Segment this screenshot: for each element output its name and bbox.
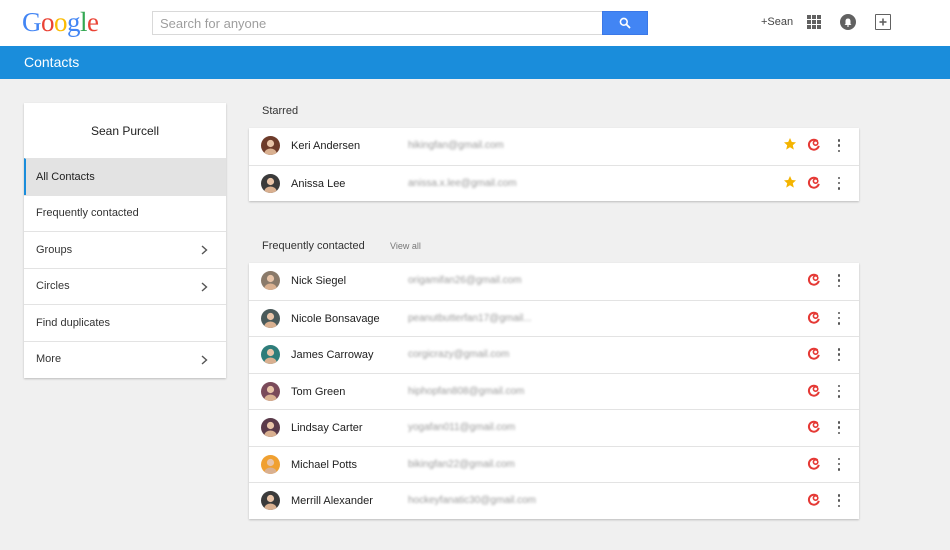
contact-name[interactable]: Michael Potts [291, 459, 357, 471]
search-button[interactable] [602, 11, 648, 35]
more-vert-icon[interactable] [837, 457, 841, 471]
hangout-icon[interactable] [807, 138, 821, 152]
logo-letter: e [87, 7, 99, 37]
contact-email: hikingfan@gmail.com [408, 140, 504, 151]
avatar[interactable] [261, 454, 280, 474]
avatar[interactable] [261, 345, 280, 364]
logo-letter: o [54, 7, 68, 37]
contact-email: peanutbutterfan17@gmail... [408, 312, 532, 324]
contact-name[interactable]: Nicole Bonsavage [291, 313, 380, 325]
contact-email: origamifan26@gmail.com [408, 275, 522, 286]
logo-letter: l [80, 7, 88, 37]
logo-letter: g [67, 7, 81, 37]
sidebar: Sean Purcell All Contacts Frequently cont… [24, 103, 226, 378]
contact-email: yogafan011@gmail.com [408, 422, 516, 433]
sidebar-item-all-contacts[interactable]: All Contacts [24, 158, 226, 195]
page-title: Contacts [24, 54, 80, 70]
contact-row[interactable]: Michael Potts bikingfan22@gmail.com [249, 445, 859, 483]
hangout-icon[interactable] [807, 273, 821, 287]
sidebar-item-label: Frequently contacted [36, 207, 139, 220]
contact-row[interactable]: Anissa Lee anissa.x.lee@gmail.com [249, 164, 859, 202]
contact-row[interactable]: James Carroway corgicrazy@gmail.com [249, 336, 859, 373]
notifications-bell-icon[interactable] [840, 14, 856, 30]
google-logo[interactable]: Google [22, 7, 99, 38]
contact-name[interactable]: Merrill Alexander [291, 495, 373, 507]
contact-name[interactable]: Lindsay Carter [291, 422, 363, 434]
top-bar: Google +Sean [0, 0, 950, 46]
hangout-icon[interactable] [807, 176, 821, 190]
starred-section-label: Starred [262, 105, 299, 117]
contact-row[interactable]: Nick Siegel origamifan26@gmail.com [249, 263, 859, 300]
plus-profile-link[interactable]: +Sean [761, 16, 793, 28]
more-vert-icon[interactable] [837, 311, 841, 325]
sidebar-item-frequently-contacted[interactable]: Frequently contacted [24, 194, 226, 232]
chevron-right-icon [201, 245, 208, 255]
contact-name[interactable]: Tom Green [291, 386, 345, 398]
share-add-icon[interactable] [875, 14, 891, 30]
sidebar-item-find-duplicates[interactable]: Find duplicates [24, 304, 226, 341]
contact-email: hiphopfan808@gmail.com [408, 385, 525, 397]
more-vert-icon[interactable] [837, 348, 841, 361]
apps-grid-icon[interactable] [807, 15, 821, 29]
sidebar-item-circles[interactable]: Circles [24, 267, 226, 305]
search-input[interactable] [152, 11, 602, 35]
search-icon [619, 17, 631, 29]
contact-row[interactable]: Nicole Bonsavage peanutbutterfan17@gmail.… [249, 299, 859, 337]
sidebar-item-groups[interactable]: Groups [24, 231, 226, 268]
hangout-icon[interactable] [807, 384, 821, 398]
more-vert-icon[interactable] [837, 421, 841, 434]
more-vert-icon[interactable] [837, 139, 841, 152]
avatar[interactable] [261, 381, 280, 401]
sidebar-item-label: Circles [36, 280, 70, 293]
avatar[interactable] [261, 173, 280, 193]
contact-row[interactable]: Merrill Alexander hockeyfanatic30@gmail.c… [249, 482, 859, 519]
hangout-icon[interactable] [807, 347, 821, 361]
more-vert-icon[interactable] [837, 384, 841, 398]
avatar[interactable] [261, 491, 280, 510]
avatar[interactable] [261, 271, 280, 290]
logo-letter: G [22, 7, 42, 37]
view-all-link[interactable]: View all [390, 241, 421, 251]
logo-letter: o [41, 7, 55, 37]
contact-email: corgicrazy@gmail.com [408, 349, 510, 360]
frequent-section-label: Frequently contacted [262, 240, 365, 252]
contact-email: bikingfan22@gmail.com [408, 458, 515, 470]
star-icon[interactable] [783, 175, 797, 189]
contact-row[interactable]: Keri Andersen hikingfan@gmail.com [249, 128, 859, 165]
contact-email: hockeyfanatic30@gmail.com [408, 495, 536, 506]
chevron-right-icon [201, 281, 208, 292]
search-box [152, 11, 648, 35]
contact-email: anissa.x.lee@gmail.com [408, 177, 517, 189]
contact-row[interactable]: Tom Green hiphopfan808@gmail.com [249, 372, 859, 410]
avatar[interactable] [261, 308, 280, 328]
sidebar-item-label: Groups [36, 243, 73, 256]
app-header-bar: Contacts [0, 46, 950, 79]
starred-contacts-card: Keri Andersen hikingfan@gmail.com Anissa L… [249, 128, 859, 201]
sidebar-item-label: Find duplicates [36, 316, 110, 329]
sidebar-item-label: More [36, 353, 62, 366]
contact-name[interactable]: Nick Siegel [291, 275, 346, 287]
more-vert-icon[interactable] [837, 176, 841, 190]
star-icon[interactable] [783, 137, 797, 151]
hangout-icon[interactable] [807, 311, 821, 325]
user-name: Sean Purcell [90, 123, 160, 138]
avatar[interactable] [261, 136, 280, 155]
sidebar-item-more[interactable]: More [24, 340, 226, 378]
chevron-right-icon [201, 354, 208, 365]
contact-name[interactable]: Keri Andersen [291, 140, 360, 152]
frequent-contacts-card: Nick Siegel origamifan26@gmail.com Nicole … [249, 263, 859, 519]
hangout-icon[interactable] [807, 420, 821, 434]
contact-name[interactable]: James Carroway [291, 349, 374, 361]
sidebar-item-label: All Contacts [36, 170, 95, 183]
avatar[interactable] [261, 418, 280, 437]
more-vert-icon[interactable] [837, 274, 841, 287]
hangout-icon[interactable] [807, 457, 821, 471]
contact-row[interactable]: Lindsay Carter yogafan011@gmail.com [249, 409, 859, 446]
more-vert-icon[interactable] [837, 494, 841, 507]
contact-name[interactable]: Anissa Lee [291, 178, 345, 190]
hangout-icon[interactable] [807, 493, 821, 507]
